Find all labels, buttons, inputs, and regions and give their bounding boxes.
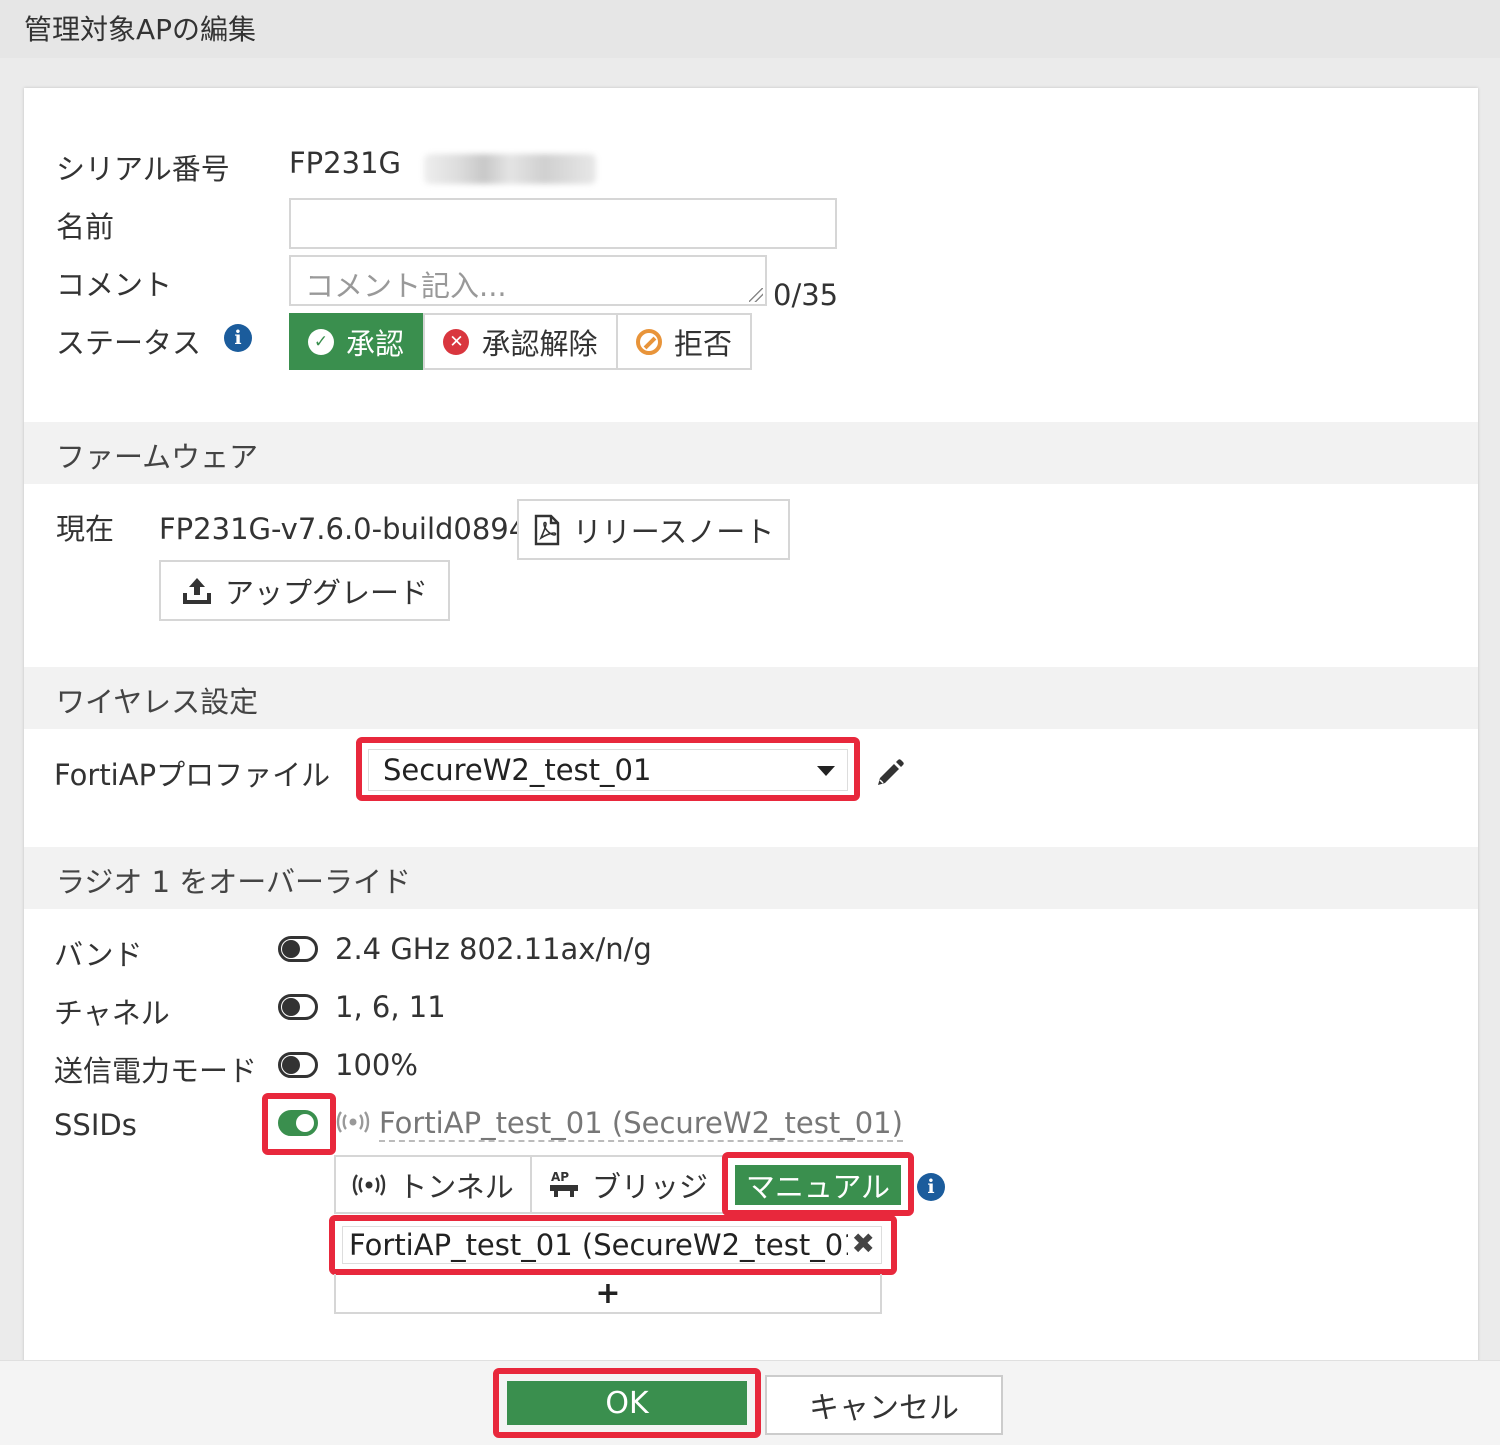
band-value: 2.4 GHz 802.11ax/n/g: [335, 932, 652, 966]
status-approve-button[interactable]: ✓ 承認: [289, 313, 423, 370]
ssid-mode-bridge-label: ブリッジ: [591, 1169, 708, 1204]
ssid-mode-tunnel-label: トンネル: [398, 1169, 514, 1204]
name-label: 名前: [56, 210, 115, 244]
ssids-override-toggle[interactable]: [278, 1110, 318, 1136]
pdf-file-icon: [534, 514, 559, 545]
channel-label: チャネル: [54, 996, 170, 1030]
serial-redacted: [424, 154, 596, 184]
ssid-entry-chip[interactable]: FortiAP_test_01 (SecureW2_test_01 ✖: [342, 1226, 882, 1264]
ssid-mode-manual-label: マニュアル: [745, 1170, 891, 1204]
remove-x-icon[interactable]: ✖: [847, 1227, 875, 1260]
upload-icon: [182, 577, 211, 604]
status-reject-button[interactable]: 拒否: [616, 313, 752, 370]
status-deauthorize-label: 承認解除: [481, 326, 598, 361]
fortiap-profile-label: FortiAPプロファイル: [54, 758, 331, 792]
wireless-section-title: ワイヤレス設定: [56, 685, 259, 719]
band-override-toggle[interactable]: [278, 936, 318, 962]
ssid-add-button[interactable]: +: [334, 1274, 882, 1314]
firmware-section-header: ファームウェア: [24, 422, 1478, 484]
release-notes-label: リリースノート: [572, 514, 775, 549]
dialog-title: 管理対象APの編集: [24, 13, 257, 46]
ap-bridge-icon: AP: [549, 1170, 578, 1197]
firmware-section-title: ファームウェア: [56, 440, 259, 474]
tx-power-label: 送信電力モード: [54, 1054, 258, 1088]
status-approve-label: 承認: [345, 326, 404, 361]
ok-label: OK: [605, 1385, 649, 1421]
dialog-panel: シリアル番号 FP231G 名前 コメント コメント記入... 0/35 ステー…: [24, 88, 1478, 1368]
comment-counter: 0/35: [773, 278, 839, 312]
status-deauthorize-button[interactable]: ✕ 承認解除: [423, 313, 618, 370]
cancel-label: キャンセル: [809, 1391, 959, 1426]
fortiap-profile-value: SecureW2_test_01: [383, 753, 652, 787]
name-input[interactable]: [289, 198, 837, 249]
upgrade-button[interactable]: アップグレード: [159, 560, 450, 621]
wireless-section-header: ワイヤレス設定: [24, 667, 1478, 729]
plus-icon: +: [595, 1275, 621, 1311]
ban-icon: [635, 328, 662, 355]
ssid-mode-bridge-button[interactable]: AP ブリッジ: [530, 1155, 726, 1214]
channel-override-toggle[interactable]: [278, 994, 318, 1020]
comment-placeholder: コメント記入...: [305, 269, 507, 303]
ssid-mode-info-icon[interactable]: i: [917, 1173, 945, 1201]
tx-power-value: 100%: [335, 1048, 418, 1082]
caret-down-icon: [817, 766, 835, 776]
tx-power-override-toggle[interactable]: [278, 1052, 318, 1078]
ssid-mode-manual-button[interactable]: マニュアル: [735, 1165, 901, 1205]
broadcast-icon: [353, 1173, 386, 1196]
pencil-edit-icon[interactable]: [874, 756, 906, 788]
ssid-entry-value: FortiAP_test_01 (SecureW2_test_01: [349, 1228, 862, 1262]
fortiap-profile-select[interactable]: SecureW2_test_01: [368, 749, 848, 791]
status-reject-label: 拒否: [673, 326, 732, 361]
serial-label: シリアル番号: [56, 152, 230, 186]
firmware-current-label: 現在: [56, 512, 115, 546]
radio1-section-title: ラジオ 1 をオーバーライド: [56, 865, 412, 899]
radio1-section-header: ラジオ 1 をオーバーライド: [24, 847, 1478, 909]
cancel-button[interactable]: キャンセル: [765, 1375, 1003, 1435]
status-info-icon[interactable]: i: [224, 324, 252, 352]
serial-value: FP231G: [289, 146, 401, 180]
ssid-mode-tunnel-button[interactable]: トンネル: [334, 1155, 532, 1214]
ok-button[interactable]: OK: [507, 1381, 747, 1425]
dialog-titlebar: 管理対象APの編集: [0, 0, 1500, 58]
status-label: ステータス: [56, 326, 202, 360]
ssids-label: SSIDs: [54, 1108, 137, 1142]
channel-value: 1, 6, 11: [335, 990, 446, 1024]
ssid-inherited-value: FortiAP_test_01 (SecureW2_test_01): [379, 1106, 903, 1142]
check-circle-icon: ✓: [307, 328, 334, 355]
firmware-current-value: FP231G-v7.6.0-build0894: [159, 512, 528, 546]
broadcast-icon: [336, 1111, 370, 1133]
upgrade-label: アップグレード: [224, 575, 428, 610]
x-circle-icon: ✕: [443, 328, 470, 355]
comment-textarea[interactable]: コメント記入...: [289, 255, 767, 306]
band-label: バンド: [54, 938, 143, 972]
svg-text:AP: AP: [551, 1170, 569, 1184]
comment-label: コメント: [56, 268, 173, 302]
resize-grip-icon[interactable]: [749, 288, 763, 302]
release-notes-button[interactable]: リリースノート: [517, 499, 790, 560]
